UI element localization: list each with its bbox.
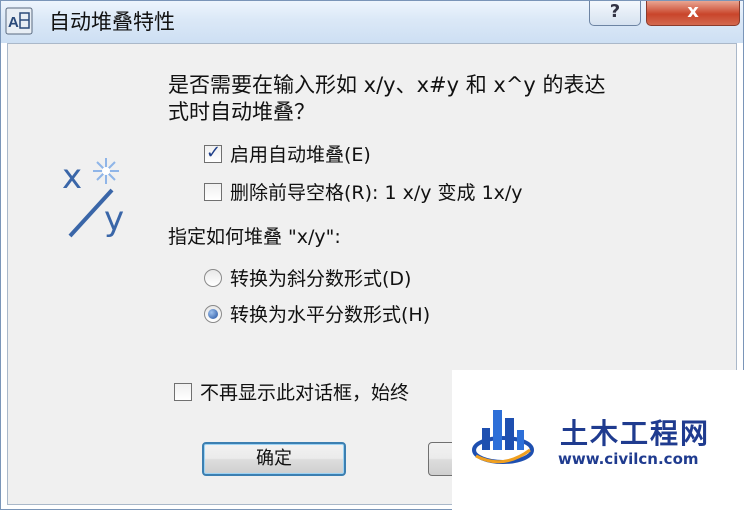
close-button[interactable]: x <box>646 1 740 26</box>
radio-horizontal-row[interactable]: 转换为水平分数形式(H) <box>204 300 430 327</box>
question-line-2: 式时自动堆叠？ <box>168 100 315 124</box>
ok-button[interactable]: 确定 <box>202 442 346 476</box>
enable-autostack-checkbox[interactable]: ✓ <box>204 141 222 163</box>
remove-leading-blank-checkbox[interactable] <box>204 182 222 201</box>
check-icon: ✓ <box>206 141 222 163</box>
svg-text:A: A <box>8 14 19 31</box>
autostack-icon: x y <box>62 157 124 238</box>
watermark-brand: 土木工程网 <box>560 417 711 450</box>
remove-leading-blank-row[interactable]: 删除前导空格(R): 1 x/y 变成 1x/y <box>204 178 523 205</box>
watermark-url: www.civilcn.com <box>558 450 699 468</box>
help-button[interactable]: ? <box>589 1 641 26</box>
radio-horizontal-label: 转换为水平分数形式(H) <box>230 304 431 326</box>
radio-diagonal-label: 转换为斜分数形式(D) <box>230 268 412 290</box>
civilcn-logo <box>472 410 534 464</box>
dont-show-again-label: 不再显示此对话框，始终 <box>200 382 410 404</box>
enable-autostack-label: 启用自动堆叠(E) <box>230 144 371 166</box>
radio-diagonal[interactable] <box>204 268 222 287</box>
watermark: 土木工程网 www.civilcn.com <box>452 370 744 510</box>
enable-autostack-row[interactable]: ✓ 启用自动堆叠(E) <box>204 140 371 167</box>
dont-show-again-row[interactable]: 不再显示此对话框，始终 <box>174 378 409 405</box>
stack-icon-x: x <box>62 157 82 197</box>
stack-method-label: 指定如何堆叠 "x/y": <box>168 226 341 248</box>
question-line-1: 是否需要在输入形如 x/y、x#y 和 x^y 的表达 <box>168 73 606 97</box>
window-title: 自动堆叠特性 <box>49 10 175 34</box>
title-bar[interactable]: A 自动堆叠特性 ? x <box>1 1 743 43</box>
radio-horizontal[interactable] <box>204 304 222 323</box>
autocad-app-icon: A <box>5 7 33 35</box>
question-text: 是否需要在输入形如 x/y、x#y 和 x^y 的表达 式时自动堆叠？ <box>168 72 688 126</box>
stack-icon-y: y <box>104 199 124 238</box>
dont-show-again-checkbox[interactable] <box>174 382 192 401</box>
radio-diagonal-row[interactable]: 转换为斜分数形式(D) <box>204 264 411 291</box>
remove-leading-blank-label: 删除前导空格(R): 1 x/y 变成 1x/y <box>230 182 523 204</box>
